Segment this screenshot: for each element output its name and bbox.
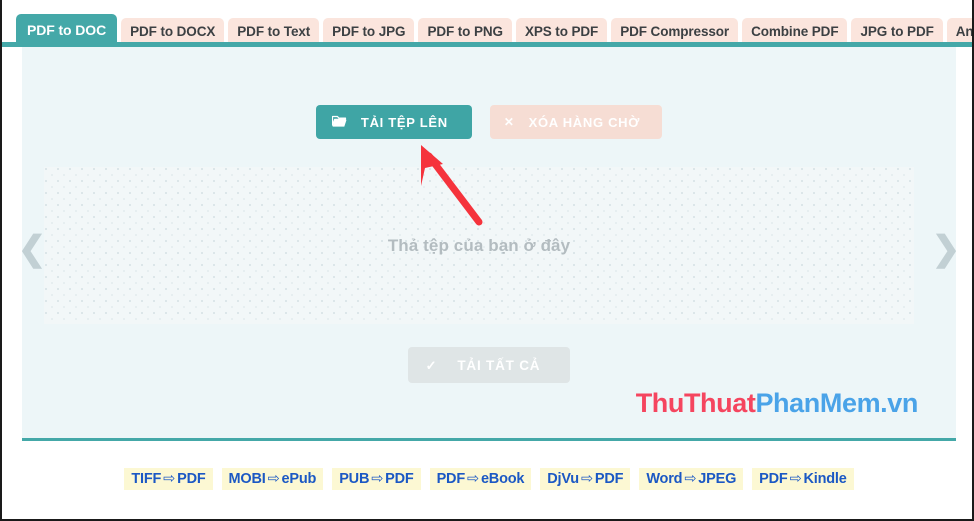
clear-queue-button-label: XÓA HÀNG CHỜ bbox=[528, 114, 641, 130]
footer-link-djvu-to-pdf[interactable]: DjVu ⇨ PDF bbox=[540, 468, 631, 490]
footer-link-target: eBook bbox=[480, 471, 525, 487]
footer-link-target: PDF bbox=[177, 471, 206, 487]
file-dropzone-placeholder: Thả tệp của bạn ở đây bbox=[387, 235, 571, 255]
footer-link-source: PDF bbox=[759, 471, 788, 487]
arrow-right-icon: ⇨ bbox=[163, 471, 176, 487]
footer-link-word-to-jpeg[interactable]: Word ⇨ JPEG bbox=[639, 468, 744, 490]
download-button-row: ✓ TẢI TẤT CẢ bbox=[22, 347, 956, 383]
arrow-right-icon: ⇨ bbox=[580, 471, 593, 487]
footer-link-tiff-to-pdf[interactable]: TIFF ⇨ PDF bbox=[124, 468, 213, 490]
footer-link-source: PDF bbox=[436, 471, 466, 487]
open-folder-icon bbox=[331, 115, 347, 130]
footer-link-pdf-to-kindle[interactable]: PDF ⇨ Kindle bbox=[752, 468, 854, 490]
footer-link-target: PDF bbox=[594, 471, 624, 487]
arrow-right-icon: ⇨ bbox=[466, 471, 479, 487]
footer-link-source: TIFF bbox=[131, 471, 162, 487]
download-all-button[interactable]: ✓ TẢI TẤT CẢ bbox=[407, 347, 571, 383]
footer-link-target: JPEG bbox=[698, 471, 737, 487]
upload-button[interactable]: TẢI TỆP LÊN bbox=[315, 105, 472, 139]
close-x-icon: ✕ bbox=[503, 115, 515, 129]
upload-button-label: TẢI TỆP LÊN bbox=[360, 114, 448, 130]
arrow-right-icon: ⇨ bbox=[684, 471, 697, 487]
app-window: PDF to DOC PDF to DOCX PDF to Text PDF to J… bbox=[0, 0, 974, 521]
converter-panel: TẢI TỆP LÊN ✕ XÓA HÀNG CHỜ ❮ ❯ Thả tệp c… bbox=[18, 47, 960, 441]
footer-link-source: DjVu bbox=[547, 471, 579, 487]
converter-tab-bar: PDF to DOC PDF to DOCX PDF to Text PDF to J… bbox=[2, 0, 972, 49]
footer-link-mobi-to-epub[interactable]: MOBI ⇨ ePub bbox=[221, 468, 324, 490]
footer-link-source: MOBI bbox=[228, 471, 266, 487]
footer-link-source: PUB bbox=[339, 471, 370, 487]
footer-link-source: Word bbox=[646, 471, 683, 487]
clear-queue-button[interactable]: ✕ XÓA HÀNG CHỜ bbox=[489, 105, 663, 139]
arrow-right-icon: ⇨ bbox=[371, 471, 384, 487]
check-icon: ✓ bbox=[425, 357, 438, 373]
arrow-right-icon: ⇨ bbox=[789, 471, 802, 487]
watermark-part-one: ThuThuat bbox=[635, 388, 756, 418]
footer-link-pdf-to-ebook[interactable]: PDF ⇨ eBook bbox=[429, 468, 532, 490]
watermark-logo: ThuThuatPhanMem.vn bbox=[635, 388, 919, 419]
file-dropzone[interactable]: Thả tệp của bạn ở đây bbox=[44, 167, 914, 324]
download-all-button-label: TẢI TẤT CẢ bbox=[457, 357, 541, 373]
footer-link-row: TIFF ⇨ PDF MOBI ⇨ ePub PUB ⇨ PDF PDF ⇨ eBook DjVu ⇨ PD… bbox=[2, 468, 972, 490]
footer-link-target: PDF bbox=[385, 471, 414, 487]
carousel-next-chevron-icon[interactable]: ❯ bbox=[928, 227, 964, 271]
footer-link-target: Kindle bbox=[803, 471, 847, 487]
action-button-row: TẢI TỆP LÊN ✕ XÓA HÀNG CHỜ bbox=[22, 105, 956, 139]
footer-link-pub-to-pdf[interactable]: PUB ⇨ PDF bbox=[332, 468, 421, 490]
watermark-part-two: PhanMem.vn bbox=[755, 388, 918, 418]
arrow-right-icon: ⇨ bbox=[267, 471, 280, 487]
footer-link-target: ePub bbox=[281, 471, 317, 487]
